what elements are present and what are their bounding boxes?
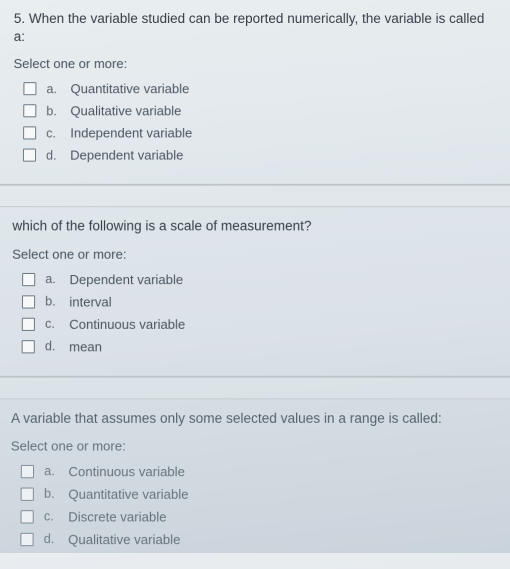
question-block: 5. When the variable studied can be repo…: [0, 0, 510, 185]
checkbox[interactable]: [23, 83, 36, 96]
option-letter: c.: [46, 126, 60, 140]
option-row: d. Qualitative variable: [20, 532, 500, 547]
option-text: Discrete variable: [68, 509, 166, 524]
quiz-page: 5. When the variable studied can be repo…: [0, 0, 510, 569]
checkbox[interactable]: [22, 273, 35, 286]
option-row: c. Continuous variable: [22, 316, 499, 331]
instruction-text: Select one or more:: [12, 246, 498, 261]
option-letter: a.: [45, 272, 59, 286]
checkbox[interactable]: [20, 533, 33, 546]
option-row: a. Continuous variable: [21, 464, 500, 479]
question-number: 5.: [14, 11, 25, 26]
option-text: Quantitative variable: [70, 82, 189, 97]
question-text: A variable that assumes only some select…: [11, 410, 442, 425]
question-text: which of the following is a scale of mea…: [12, 219, 311, 234]
option-row: a. Dependent variable: [22, 272, 498, 287]
checkbox[interactable]: [22, 317, 35, 330]
option-letter: c.: [45, 317, 59, 331]
option-text: interval: [69, 294, 111, 309]
option-row: d. Dependent variable: [23, 148, 497, 163]
instruction-text: Select one or more:: [13, 56, 496, 71]
option-letter: a.: [44, 464, 58, 478]
option-text: Continuous variable: [69, 316, 185, 331]
question-block: which of the following is a scale of mea…: [0, 208, 510, 377]
separator: [0, 377, 510, 399]
question-stem: which of the following is a scale of mea…: [12, 218, 497, 236]
options-list: a. Dependent variable b. interval c. Con…: [22, 272, 499, 354]
option-text: Independent variable: [70, 126, 192, 141]
option-letter: a.: [46, 82, 60, 96]
option-letter: b.: [46, 104, 60, 118]
option-letter: c.: [44, 510, 58, 524]
checkbox[interactable]: [23, 149, 36, 162]
option-letter: d.: [45, 339, 59, 353]
checkbox[interactable]: [20, 510, 33, 523]
option-text: mean: [69, 339, 102, 354]
question-stem: A variable that assumes only some select…: [11, 409, 499, 428]
checkbox[interactable]: [22, 295, 35, 308]
separator: [0, 185, 510, 207]
option-letter: d.: [46, 148, 60, 162]
option-row: b. Qualitative variable: [23, 104, 497, 119]
question-block: A variable that assumes only some select…: [0, 399, 510, 569]
option-row: c. Discrete variable: [20, 509, 499, 524]
instruction-text: Select one or more:: [11, 438, 499, 453]
option-text: Quantitative variable: [68, 486, 188, 501]
option-text: Qualitative variable: [70, 104, 181, 119]
question-stem: 5. When the variable studied can be repo…: [14, 10, 497, 46]
option-text: Dependent variable: [70, 148, 183, 163]
options-list: a. Continuous variable b. Quantitative v…: [20, 464, 500, 547]
option-letter: b.: [44, 487, 58, 501]
checkbox[interactable]: [21, 465, 34, 478]
options-list: a. Quantitative variable b. Qualitative …: [23, 82, 497, 164]
option-text: Dependent variable: [69, 272, 183, 287]
option-row: b. interval: [22, 294, 498, 309]
question-text: When the variable studied can be reporte…: [14, 11, 485, 44]
checkbox[interactable]: [23, 105, 36, 118]
option-letter: d.: [44, 532, 58, 546]
option-row: a. Quantitative variable: [23, 82, 496, 97]
option-row: c. Independent variable: [23, 126, 497, 141]
checkbox[interactable]: [21, 487, 34, 500]
option-letter: b.: [45, 294, 59, 308]
checkbox[interactable]: [23, 127, 36, 140]
option-row: b. Quantitative variable: [21, 486, 500, 501]
option-row: d. mean: [22, 339, 499, 354]
option-text: Qualitative variable: [68, 532, 180, 547]
option-text: Continuous variable: [68, 464, 185, 479]
checkbox[interactable]: [22, 340, 35, 353]
